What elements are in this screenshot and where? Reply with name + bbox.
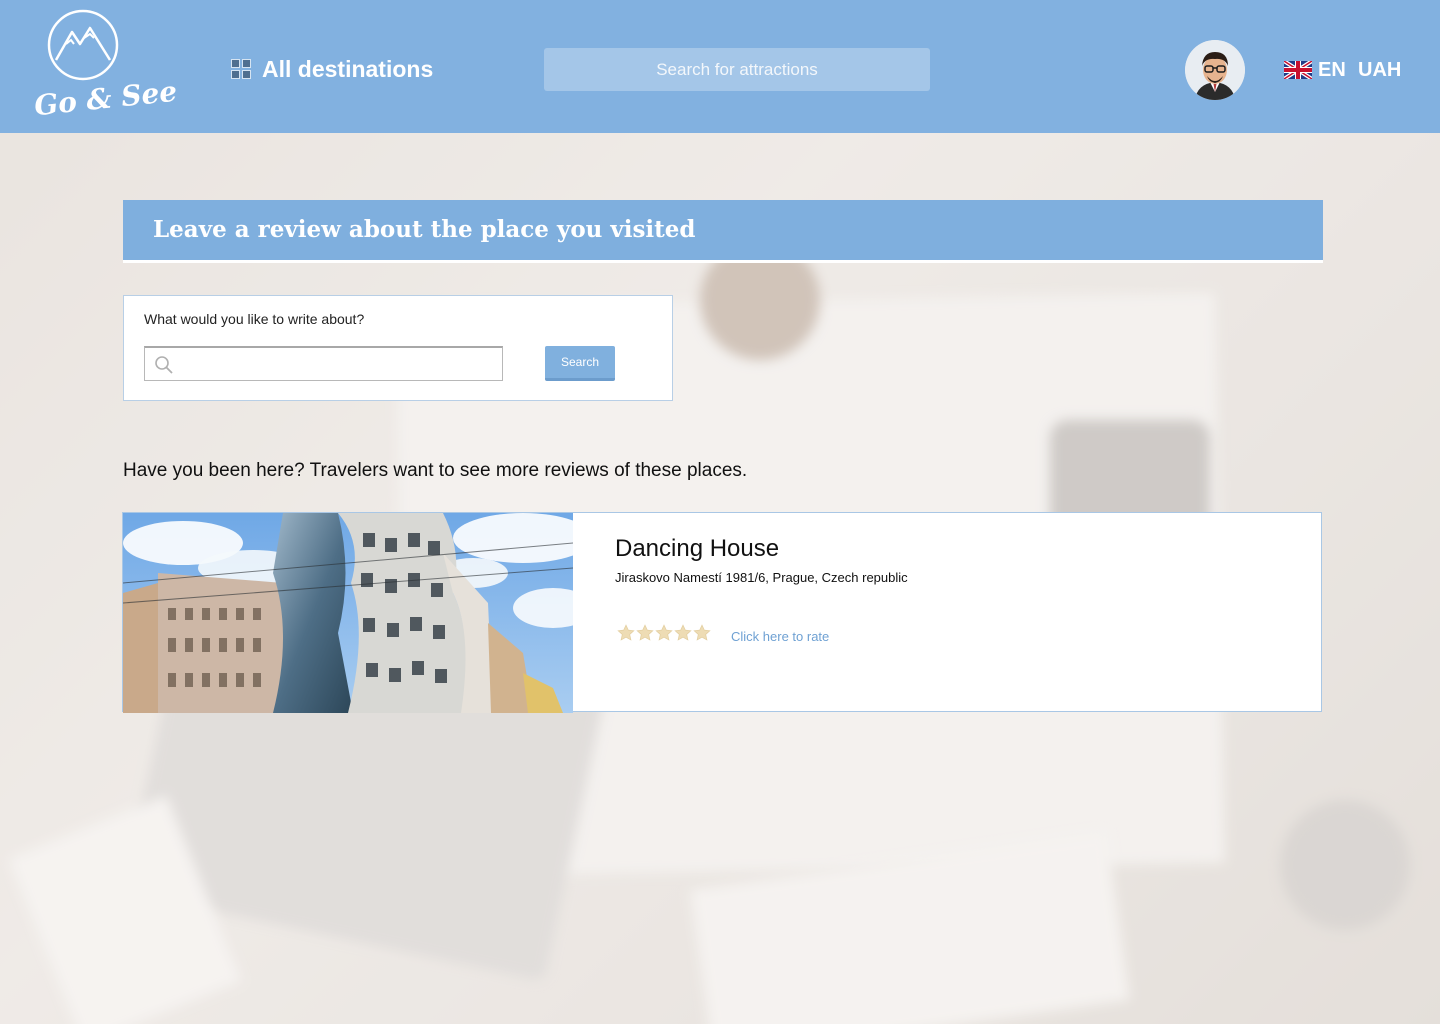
- review-search-label: What would you like to write about?: [144, 311, 365, 327]
- language-selector[interactable]: EN: [1284, 56, 1346, 84]
- dancing-house-photo: [123, 513, 573, 713]
- top-navigation-bar: Go & See All destinations Search for att…: [0, 0, 1440, 133]
- rating-stars[interactable]: [617, 624, 711, 642]
- star-icon[interactable]: [655, 624, 673, 642]
- review-search-panel: What would you like to write about? Sear…: [123, 295, 673, 401]
- user-avatar-icon: [1185, 40, 1245, 100]
- star-icon[interactable]: [617, 624, 635, 642]
- star-icon[interactable]: [636, 624, 654, 642]
- place-address: Jiraskovo Namestí 1981/6, Prague, Czech …: [615, 570, 908, 585]
- review-search-button[interactable]: Search: [545, 346, 615, 381]
- uk-flag-icon: [1284, 61, 1312, 79]
- star-icon[interactable]: [674, 624, 692, 642]
- mountain-logo-icon: [47, 9, 119, 81]
- grid-icon: [231, 59, 251, 79]
- all-destinations-link[interactable]: All destinations: [231, 52, 433, 86]
- all-destinations-label: All destinations: [262, 55, 434, 82]
- star-icon[interactable]: [693, 624, 711, 642]
- currency-selector[interactable]: UAH: [1358, 56, 1401, 84]
- site-logo[interactable]: Go & See: [30, 8, 179, 128]
- user-avatar[interactable]: [1185, 40, 1245, 100]
- attractions-search-input[interactable]: [544, 48, 930, 91]
- reviews-prompt-text: Have you been here? Travelers want to se…: [123, 460, 748, 481]
- rate-place-link[interactable]: Click here to rate: [731, 629, 829, 644]
- place-name[interactable]: Dancing House: [615, 535, 779, 563]
- review-search-field: [144, 346, 503, 381]
- language-label: EN: [1318, 58, 1346, 81]
- review-banner-title: Leave a review about the place you visit…: [153, 216, 696, 243]
- place-card: Dancing House Jiraskovo Namestí 1981/6, …: [122, 512, 1322, 713]
- review-banner: Leave a review about the place you visit…: [123, 200, 1323, 263]
- review-search-input[interactable]: [179, 348, 499, 379]
- place-photo[interactable]: [123, 513, 573, 713]
- magnifier-icon: [155, 356, 173, 374]
